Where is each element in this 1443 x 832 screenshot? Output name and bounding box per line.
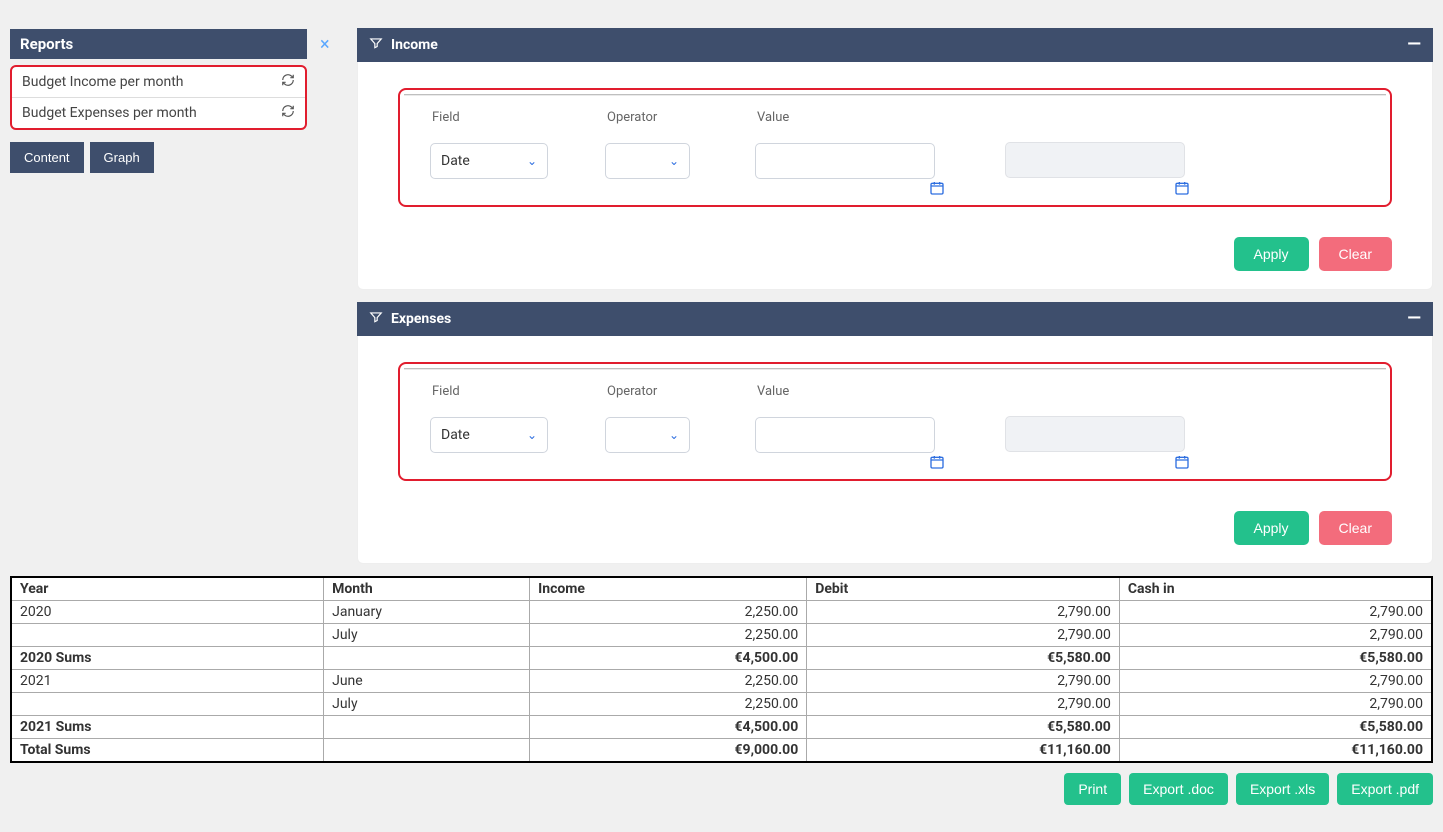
report-table: YearMonthIncomeDebitCash in 2020January2…	[10, 576, 1433, 763]
clear-button[interactable]: Clear	[1319, 511, 1392, 545]
value-input[interactable]	[755, 417, 935, 453]
table-row: 2020 Sums€4,500.00€5,580.00€5,580.00	[11, 647, 1432, 670]
graph-button[interactable]: Graph	[90, 142, 154, 173]
apply-button[interactable]: Apply	[1234, 237, 1309, 271]
filter-box: Field Date ⌄ Operator ⌄ Value	[398, 88, 1392, 207]
table-row: July2,250.002,790.002,790.00	[11, 693, 1432, 716]
collapse-icon[interactable]: —	[1407, 36, 1421, 54]
table-row: 2021June2,250.002,790.002,790.00	[11, 670, 1432, 693]
calendar-icon[interactable]	[929, 180, 945, 200]
calendar-icon[interactable]	[1174, 454, 1190, 474]
value2-input[interactable]	[1005, 142, 1185, 178]
calendar-icon[interactable]	[1174, 180, 1190, 200]
export-pdf-button[interactable]: Export .pdf	[1337, 773, 1433, 805]
operator-select[interactable]: ⌄	[605, 417, 690, 453]
report-item-label: Budget Income per month	[22, 74, 184, 90]
table-header-income: Income	[530, 577, 807, 601]
export-xls-button[interactable]: Export .xls	[1236, 773, 1329, 805]
chevron-down-icon: ⌄	[669, 428, 679, 442]
field-select[interactable]: Date ⌄	[430, 143, 548, 179]
table-row: 2020January2,250.002,790.002,790.00	[11, 601, 1432, 624]
refresh-icon[interactable]	[281, 73, 295, 91]
filter-icon	[369, 36, 391, 54]
chevron-down-icon: ⌄	[527, 428, 537, 442]
sidebar-title: Reports	[10, 29, 307, 59]
print-button[interactable]: Print	[1064, 773, 1121, 805]
table-row: July2,250.002,790.002,790.00	[11, 624, 1432, 647]
table-header-year: Year	[11, 577, 324, 601]
report-list: Budget Income per month Budget Expenses …	[10, 65, 307, 130]
operator-label: Operator	[605, 104, 755, 143]
panel-header-expenses[interactable]: Expenses —	[357, 302, 1433, 336]
field-select[interactable]: Date ⌄	[430, 417, 548, 453]
report-item-expenses[interactable]: Budget Expenses per month	[12, 97, 305, 128]
table-row: 2021 Sums€4,500.00€5,580.00€5,580.00	[11, 716, 1432, 739]
filter-icon	[369, 310, 391, 328]
report-item-label: Budget Expenses per month	[22, 105, 197, 121]
panel-title: Expenses	[391, 311, 451, 327]
value-label: Value	[755, 378, 1005, 417]
export-doc-button[interactable]: Export .doc	[1129, 773, 1228, 805]
value-label: Value	[755, 104, 1005, 143]
collapse-icon[interactable]: —	[1407, 310, 1421, 328]
value2-input[interactable]	[1005, 416, 1185, 452]
table-header-debit: Debit	[807, 577, 1120, 601]
table-header-month: Month	[324, 577, 530, 601]
report-item-income[interactable]: Budget Income per month	[12, 67, 305, 97]
operator-label: Operator	[605, 378, 755, 417]
refresh-icon[interactable]	[281, 104, 295, 122]
field-label: Field	[430, 104, 605, 143]
chevron-down-icon: ⌄	[669, 154, 679, 168]
table-header-cash: Cash in	[1119, 577, 1432, 601]
calendar-icon[interactable]	[929, 454, 945, 474]
filter-box: Field Date ⌄ Operator ⌄ Value	[398, 362, 1392, 481]
content-button[interactable]: Content	[10, 142, 84, 173]
clear-button[interactable]: Clear	[1319, 237, 1392, 271]
apply-button[interactable]: Apply	[1234, 511, 1309, 545]
panel-header-income[interactable]: Income —	[357, 28, 1433, 62]
close-icon[interactable]: ×	[320, 34, 330, 55]
operator-select[interactable]: ⌄	[605, 143, 690, 179]
table-row: Total Sums€9,000.00€11,160.00€11,160.00	[11, 739, 1432, 763]
chevron-down-icon: ⌄	[527, 154, 537, 168]
value-input[interactable]	[755, 143, 935, 179]
field-label: Field	[430, 378, 605, 417]
panel-title: Income	[391, 37, 438, 53]
